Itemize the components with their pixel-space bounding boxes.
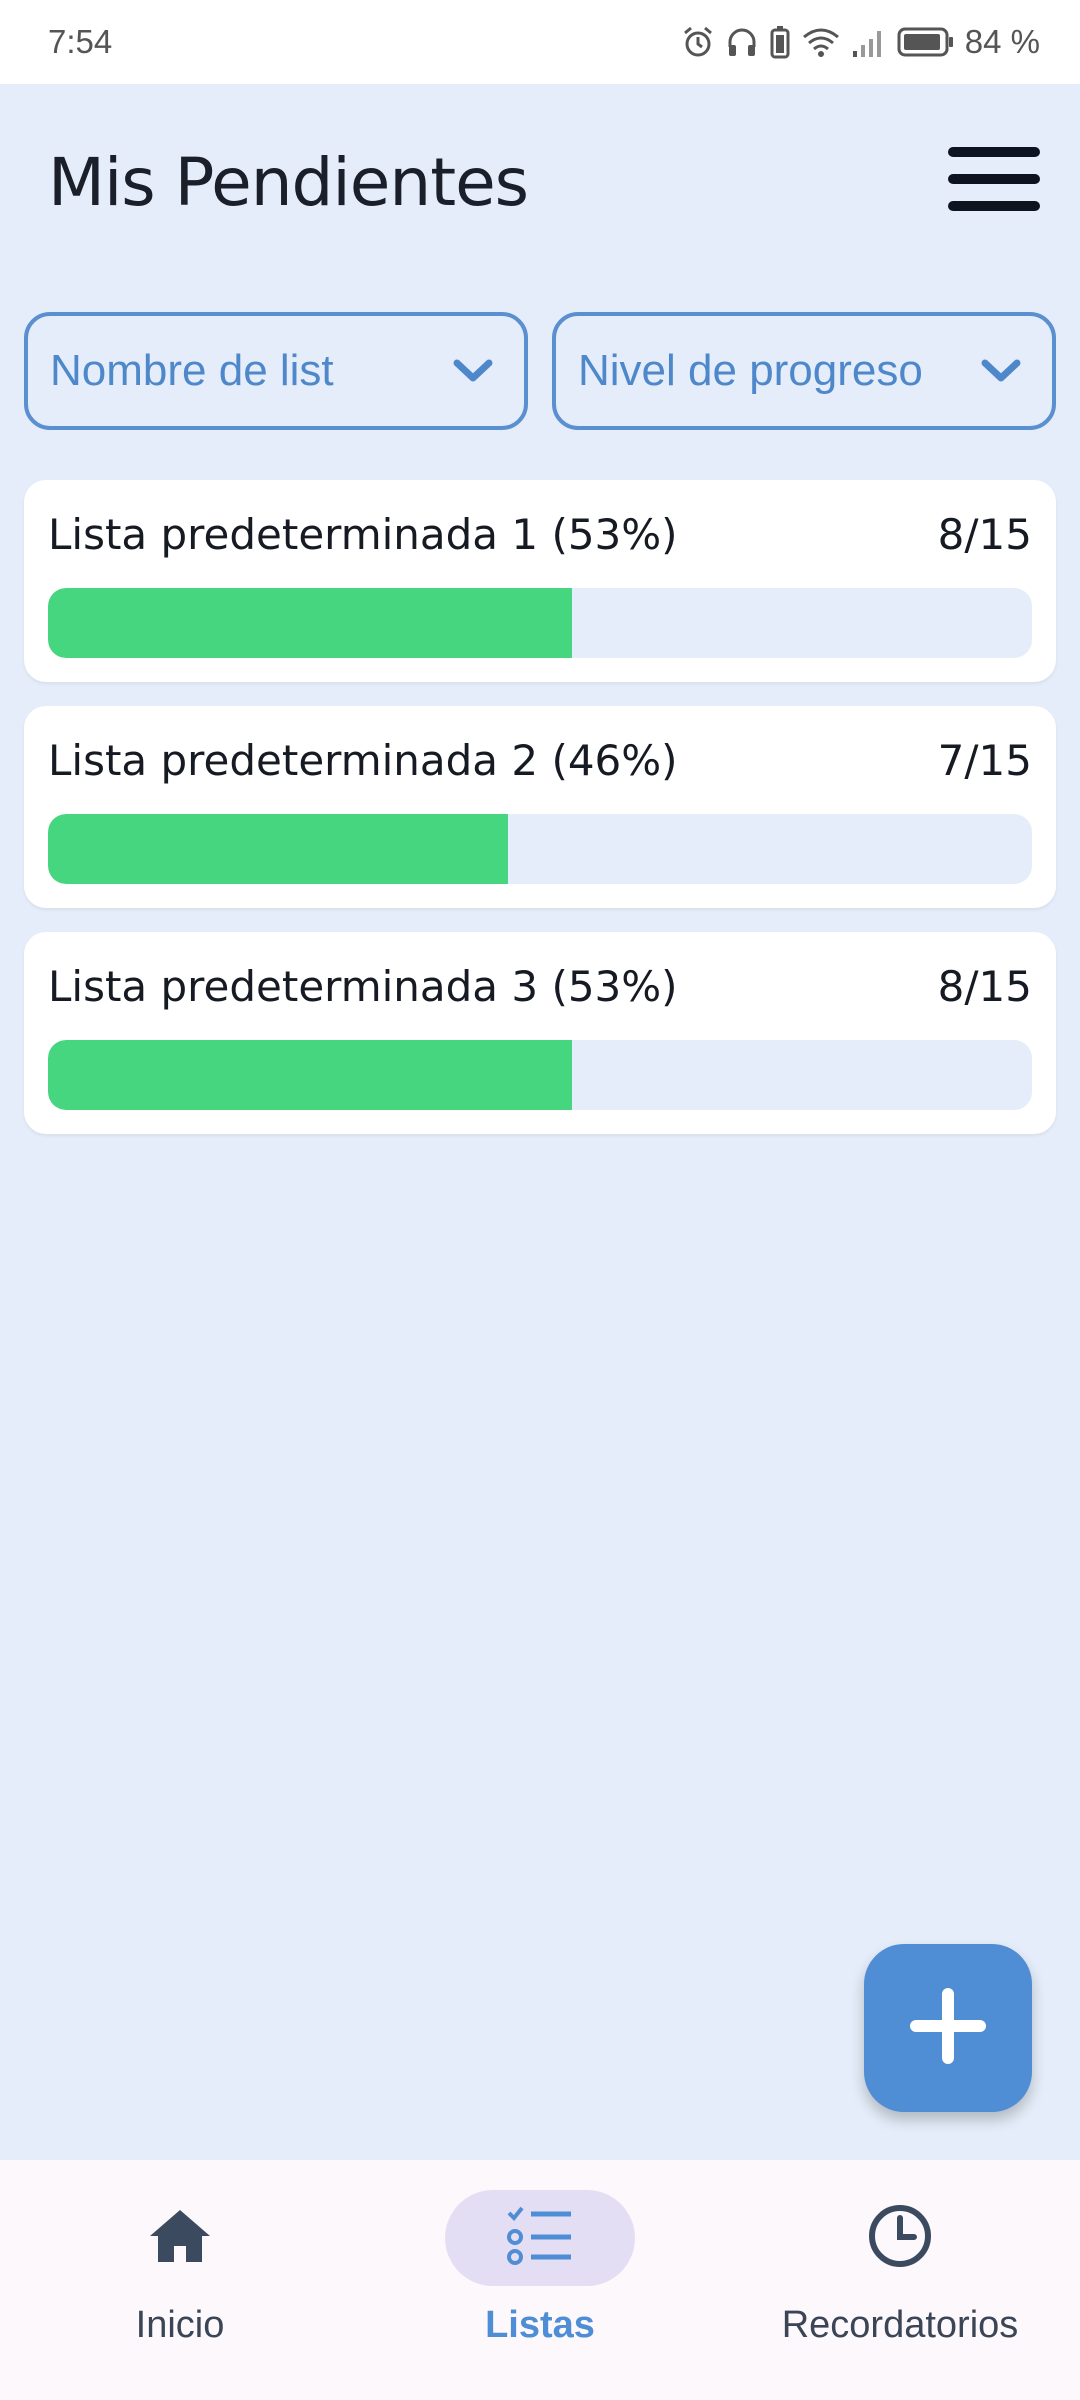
nav-label-listas: Listas — [485, 2304, 595, 2346]
bottom-navigation: Inicio Listas Recordatorios — [0, 2160, 1080, 2400]
plus-icon — [910, 1987, 986, 2069]
battery-saver-icon — [769, 25, 791, 59]
list-card[interactable]: Lista predeterminada 1 (53%) 8/15 — [24, 480, 1056, 682]
battery-percent: 84 % — [964, 23, 1040, 60]
progress-level-filter-label: Nivel de progreso — [578, 346, 923, 395]
alarm-icon — [681, 25, 715, 59]
signal-icon — [851, 25, 887, 59]
progress-fill — [48, 814, 508, 884]
checklist-icon — [505, 2205, 575, 2272]
clock-icon — [867, 2203, 933, 2274]
status-icons: 84 % — [681, 23, 1040, 61]
progress-fill — [48, 588, 573, 658]
nav-item-recordatorios[interactable]: Recordatorios — [750, 2190, 1050, 2370]
battery-icon — [897, 25, 955, 59]
nav-item-inicio[interactable]: Inicio — [30, 2190, 330, 2370]
list-card[interactable]: Lista predeterminada 2 (46%) 7/15 — [24, 706, 1056, 908]
chevron-down-icon — [452, 357, 494, 385]
list-title: Lista predeterminada 2 (46%) — [48, 736, 678, 785]
progress-level-filter-dropdown[interactable]: Nivel de progreso — [552, 312, 1056, 430]
list-count: 7/15 — [937, 736, 1032, 785]
list-card[interactable]: Lista predeterminada 3 (53%) 8/15 — [24, 932, 1056, 1134]
nav-item-listas[interactable]: Listas — [390, 2190, 690, 2370]
list-name-filter-dropdown[interactable]: Nombre de list — [24, 312, 528, 430]
hamburger-menu-icon[interactable] — [944, 139, 1044, 219]
list-name-filter-label: Nombre de list — [50, 346, 334, 395]
status-bar: 7:54 84 % — [0, 0, 1080, 84]
app-header: Mis Pendientes — [0, 84, 1080, 274]
page-title: Mis Pendientes — [48, 144, 529, 221]
nav-label-inicio: Inicio — [135, 2304, 225, 2346]
add-list-button[interactable] — [864, 1944, 1032, 2112]
progress-bar — [48, 814, 1032, 884]
nav-label-recordatorios: Recordatorios — [781, 2304, 1019, 2346]
progress-bar — [48, 588, 1032, 658]
progress-fill — [48, 1040, 573, 1110]
home-icon — [148, 2208, 212, 2269]
status-time: 7:54 — [48, 23, 113, 60]
list-count: 8/15 — [937, 962, 1032, 1011]
list-title: Lista predeterminada 1 (53%) — [48, 510, 678, 559]
list-count: 8/15 — [937, 510, 1032, 559]
wifi-icon — [801, 25, 841, 59]
headphones-icon — [725, 25, 759, 59]
chevron-down-icon — [980, 357, 1022, 385]
list-title: Lista predeterminada 3 (53%) — [48, 962, 678, 1011]
progress-bar — [48, 1040, 1032, 1110]
